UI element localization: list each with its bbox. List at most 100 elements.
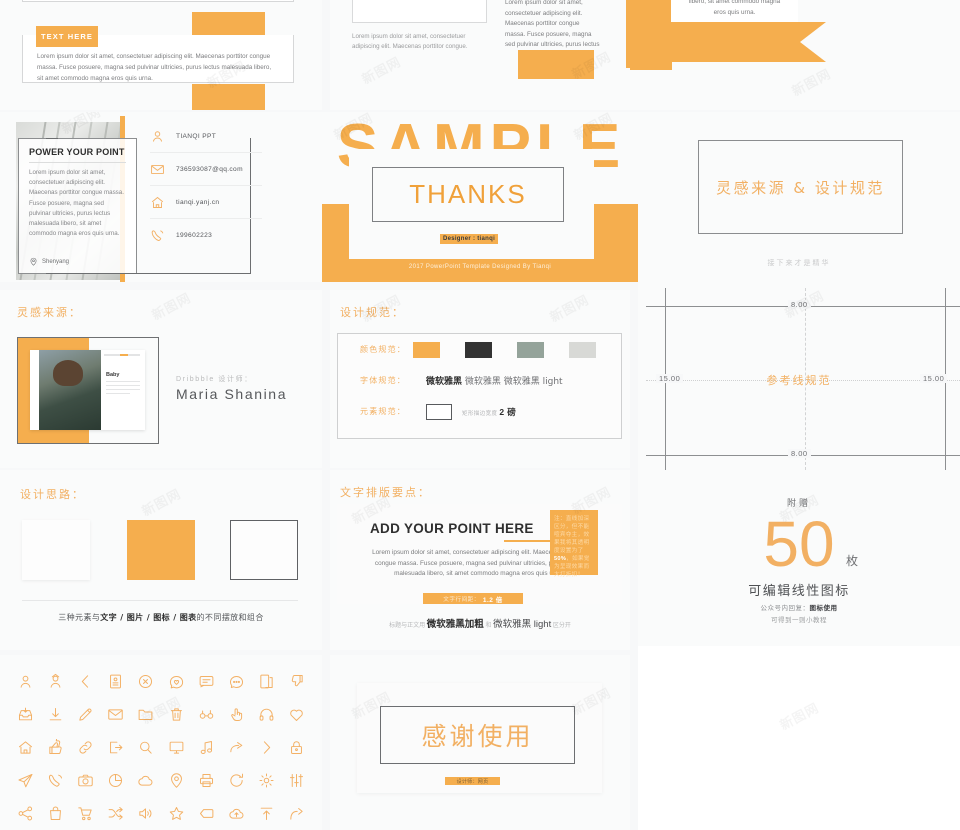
icon-cell-user-icon[interactable] (10, 665, 40, 698)
slide-inspiration-source[interactable]: 灵感来源： Baby Dribbble 设计师： Maria Shanina 新… (0, 290, 322, 468)
heart-icon (290, 709, 304, 722)
icon-cell-refresh-icon[interactable] (221, 764, 251, 797)
printer-icon (199, 773, 213, 788)
icon-cell-close-circle-icon[interactable] (131, 665, 161, 698)
contact-row-phone[interactable]: 199602223 (150, 219, 262, 252)
chevron-left-icon (81, 675, 89, 688)
icon-cell-bag-icon[interactable] (40, 797, 70, 830)
slide-bonus-icons[interactable]: 附赠 50 枚 可编辑线性图标 公众号内回复：图标使用 可得到一则小教程 新图网 (638, 470, 960, 660)
slide-k-badge: 文字行间距： 1.2 倍 (423, 593, 523, 604)
approach-square-white (22, 520, 90, 580)
icon-cell-trash-icon[interactable] (161, 698, 191, 731)
icon-cell-camera-icon[interactable] (70, 764, 100, 797)
slide-inspiration-title[interactable]: 灵感来源 & 设计规范 接下来才是精华 (638, 112, 960, 282)
icon-cell-pie-chart-icon[interactable] (101, 764, 131, 797)
slide-guideline-spec[interactable]: 8.00 8.00 15.00 15.00 参考线规范 新图网 (638, 282, 960, 476)
share-nodes-icon (18, 806, 32, 821)
icon-cell-chevron-right-icon[interactable] (252, 731, 282, 764)
icon-cell-envelope-icon[interactable] (101, 698, 131, 731)
slide-icon-grid[interactable]: 新图网 (0, 655, 322, 830)
icon-cell-upload-icon[interactable] (252, 797, 282, 830)
icon-cell-link-icon[interactable] (70, 731, 100, 764)
slide-thanks[interactable]: SAMPLE THANKS Designer : tianqi 2017 Pow… (322, 112, 638, 282)
slide-g-dribbble-label: Dribbble 设计师： (176, 376, 253, 383)
download-icon (49, 707, 62, 721)
icon-cell-heart-icon[interactable] (282, 698, 312, 731)
text-line (106, 385, 140, 386)
share-arrow-icon (230, 742, 243, 753)
watermark: 新图网 (148, 290, 194, 324)
icon-cell-volume-icon[interactable] (131, 797, 161, 830)
inbox-icon (18, 707, 32, 721)
icon-cell-id-card-icon[interactable] (101, 665, 131, 698)
template-preview-page: malesuada libero, sit amet commodo magna… (0, 0, 960, 830)
icon-cell-inbox-icon[interactable] (10, 698, 40, 731)
icon-cell-cloud-icon[interactable] (131, 764, 161, 797)
glasses-icon (199, 710, 214, 719)
icon-cell-gear-icon[interactable] (252, 764, 282, 797)
icon-cell-lock-icon[interactable] (282, 731, 312, 764)
slide-l-note-2: 可得到一则小教程 (771, 617, 827, 624)
icon-cell-shuffle-icon[interactable] (101, 797, 131, 830)
icon-cell-pencil-icon[interactable] (70, 698, 100, 731)
icon-cell-map-pin-icon[interactable] (161, 764, 191, 797)
slide-d-white-panel: POWER YOUR POINT Lorem ipsum dolor sit a… (18, 138, 137, 274)
slide-typography-points[interactable]: 文字排版要点： ADD YOUR POINT HERE Lorem ipsum … (330, 470, 630, 650)
icon-cell-home-icon[interactable] (10, 731, 40, 764)
icon-cell-headphones-icon[interactable] (252, 698, 282, 731)
slide-c-orange-arrow (640, 22, 826, 62)
spec-label-colors: 颜色规范： (360, 345, 406, 354)
slide-h-box: 颜色规范： 字体规范： 微软雅黑 微软雅黑 微软雅黑 light 元素规范： 矩… (337, 333, 622, 439)
slide-power-yout-point[interactable]: POWER YOUT POINT Lorem ipsum dolor sit a… (330, 0, 630, 110)
copy-icon (260, 674, 273, 689)
side-note-line-4: 果我将其透明 (554, 540, 590, 546)
slide-text-here[interactable]: malesuada libero, sit amet commodo magna… (0, 0, 322, 110)
icon-cell-star-icon[interactable] (161, 797, 191, 830)
send-icon (18, 773, 32, 788)
slide-g-designer-name: Maria Shanina (176, 386, 288, 402)
contact-row-home[interactable]: tianqi.yanj.cn (150, 186, 262, 219)
slide-h-section-title: 设计规范： (340, 306, 405, 319)
icon-cell-cloud-upload-icon[interactable] (221, 797, 251, 830)
slide-e-designer-badge: Designer : tianqi (440, 234, 498, 244)
slide-thanks-chinese[interactable]: 感谢使用 设计师：网页 新图网 新图网 (330, 655, 630, 830)
icon-cell-copy-icon[interactable] (252, 665, 282, 698)
icon-cell-chevron-left-icon[interactable] (70, 665, 100, 698)
icon-cell-thumbs-up-icon[interactable] (40, 731, 70, 764)
icon-cell-phone-icon[interactable] (40, 764, 70, 797)
icon-cell-sliders-icon[interactable] (282, 764, 312, 797)
gear-icon (259, 773, 274, 788)
slide-design-spec[interactable]: 设计规范： 颜色规范： 字体规范： 微软雅黑 微软雅黑 微软雅黑 light 元… (330, 290, 630, 468)
icon-cell-heart-chat-icon[interactable] (161, 665, 191, 698)
icon-cell-share-arrow-icon[interactable] (221, 731, 251, 764)
icon-cell-search-icon[interactable] (131, 731, 161, 764)
icon-cell-curve-arrow-icon[interactable] (282, 797, 312, 830)
slide-contact-card[interactable]: POWER YOUR POINT Lorem ipsum dolor sit a… (0, 112, 322, 282)
icon-cell-tag-icon[interactable] (191, 797, 221, 830)
slide-power-your-point-photo[interactable]: POWER YOUR POINT Lorem ipsum dolor sit a… (630, 0, 960, 110)
icon-cell-thumbs-down-icon[interactable] (282, 665, 312, 698)
icon-cell-logout-icon[interactable] (101, 731, 131, 764)
divider (29, 162, 126, 163)
icon-cell-hand-point-icon[interactable] (221, 698, 251, 731)
slide-d-frame-tick (46, 138, 58, 139)
icon-cell-send-icon[interactable] (10, 764, 40, 797)
icon-cell-share-nodes-icon[interactable] (10, 797, 40, 830)
icon-cell-folder-icon[interactable] (131, 698, 161, 731)
icon-cell-glasses-icon[interactable] (191, 698, 221, 731)
slide-n-thanks: 感谢使用 (421, 722, 534, 751)
contact-row-mail[interactable]: 736593087@qq.com (150, 153, 262, 186)
icon-cell-chat-lines-icon[interactable] (191, 665, 221, 698)
icon-cell-music-note-icon[interactable] (191, 731, 221, 764)
icon-cell-monitor-icon[interactable] (161, 731, 191, 764)
font-bold-sample: 微软雅黑 (426, 377, 463, 387)
slide-design-approach[interactable]: 设计思路： 三种元素与文字 / 图片 / 图标 / 图表的不同摆放和组合 新图网 (0, 470, 322, 650)
slide-empty[interactable]: 新图网 (638, 646, 960, 830)
icon-cell-cart-icon[interactable] (70, 797, 100, 830)
icon-cell-download-icon[interactable] (40, 698, 70, 731)
icon-cell-printer-icon[interactable] (191, 764, 221, 797)
icon-cell-chat-dots-icon[interactable] (221, 665, 251, 698)
cloud-icon (138, 775, 153, 786)
contact-row-user[interactable]: TIANQI PPT (150, 120, 262, 153)
icon-cell-user-circle-icon[interactable] (40, 665, 70, 698)
